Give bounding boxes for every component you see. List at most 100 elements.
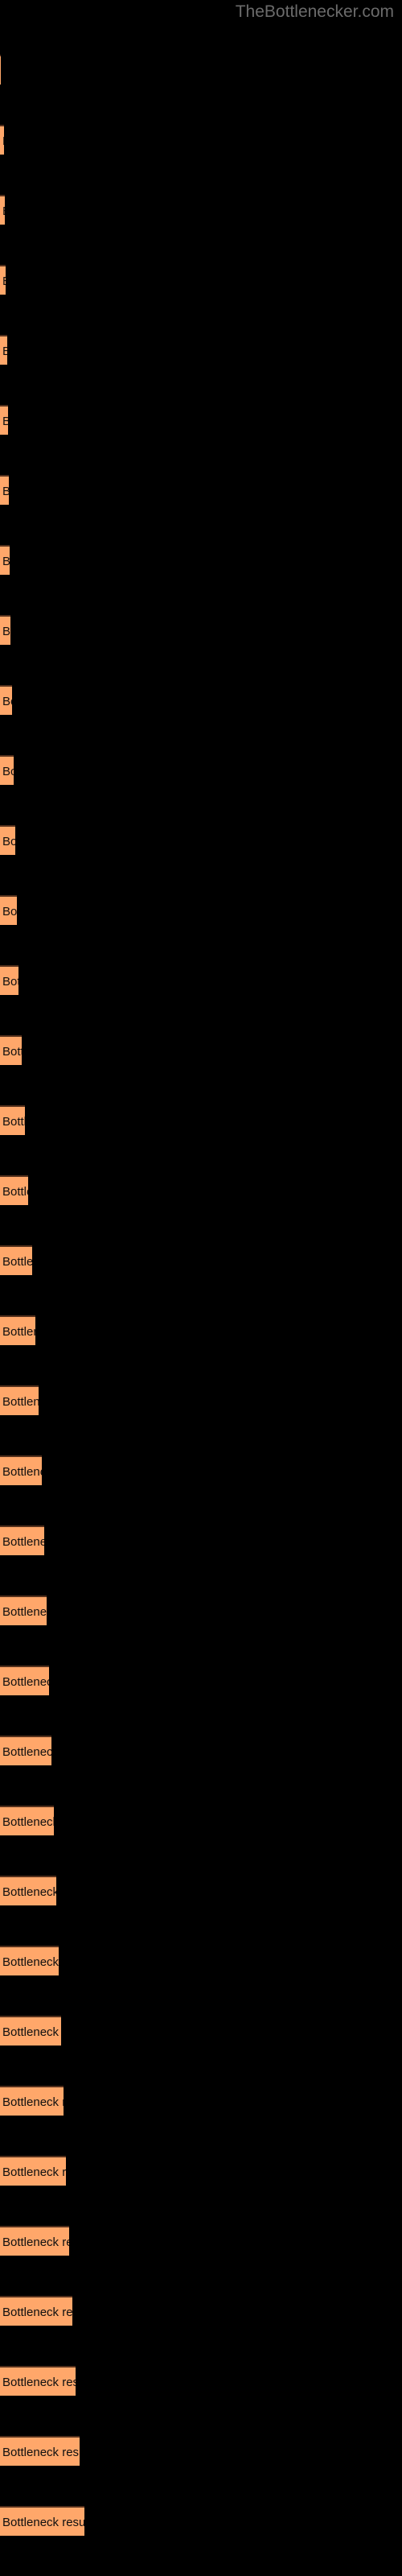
bar-label: Bottleneck result xyxy=(2,2376,76,2389)
bar-label: Bottleneck result xyxy=(2,196,5,225)
bar-label: Bottleneck result xyxy=(2,2306,72,2319)
bar[interactable]: Bottleneck result xyxy=(0,1876,56,1905)
bar[interactable]: Bottleneck result xyxy=(0,2086,64,2116)
bar-row: Bottleneck result xyxy=(0,1666,402,1695)
bar-row: Bottleneck result xyxy=(0,1946,402,1975)
bar[interactable]: Bottleneck result xyxy=(0,1666,49,1695)
bar[interactable]: Bottleneck result xyxy=(0,2226,69,2256)
bar[interactable]: Bottleneck result xyxy=(0,1175,28,1205)
bar-row: Bottleneck result xyxy=(0,125,402,155)
bar-row: Bottleneck result xyxy=(0,2366,402,2396)
bar[interactable]: Bottleneck result xyxy=(0,405,8,435)
bar-row: Bottleneck result xyxy=(0,1596,402,1625)
bar[interactable]: Bottleneck result xyxy=(0,335,7,365)
bar[interactable]: Bottleneck result xyxy=(0,2016,61,2046)
bar[interactable]: Bottleneck result xyxy=(0,1596,47,1625)
bar[interactable]: Bottleneck result xyxy=(0,1525,44,1555)
bar-label: Bottleneck result xyxy=(2,1185,28,1199)
bar[interactable]: Bottleneck result xyxy=(0,2436,80,2466)
bar[interactable]: Bottleneck result xyxy=(0,2366,76,2396)
bar[interactable]: Bottleneck result xyxy=(0,965,18,995)
bar-row: Bottleneck result xyxy=(0,195,402,225)
bar[interactable]: Bottleneck result xyxy=(0,2506,84,2536)
bar-label: Bottleneck result xyxy=(2,975,18,989)
bar-row: Bottleneck result xyxy=(0,1525,402,1555)
bar[interactable]: Bottleneck result xyxy=(0,1385,39,1415)
bar-label: Bottleneck result xyxy=(2,1325,35,1339)
bar-label: Bottleneck result xyxy=(2,126,4,155)
bar-row: Bottleneck result xyxy=(0,335,402,365)
bar-row: Bottleneck result xyxy=(0,2226,402,2256)
bar-label: Bottleneck result xyxy=(2,266,6,295)
bar-row: Bottleneck result xyxy=(0,2086,402,2116)
bar[interactable]: Bottleneck result xyxy=(0,475,9,505)
bar-row: Bottleneck result xyxy=(0,1736,402,1765)
bar[interactable]: Bottleneck result xyxy=(0,1806,54,1835)
bar[interactable]: Bottleneck result xyxy=(0,895,17,925)
bar-label: Bottleneck result xyxy=(2,1675,49,1689)
bar[interactable]: Bottleneck result xyxy=(0,1455,42,1485)
bar[interactable]: Bottleneck result xyxy=(0,2296,72,2326)
bar[interactable]: Bottleneck result xyxy=(0,825,15,855)
bar-label: Bottleneck result xyxy=(2,835,15,848)
bar-label: Bottleneck result xyxy=(2,2446,80,2459)
bar-label: Bottleneck result xyxy=(2,625,10,638)
bar[interactable]: Bottleneck result xyxy=(0,755,14,785)
bar-label: Bottleneck result xyxy=(2,336,7,365)
bar[interactable]: Bottleneck result xyxy=(0,125,4,155)
bar-label: Bottleneck result xyxy=(2,2235,69,2249)
bar-label: Bottleneck result xyxy=(2,2165,66,2179)
bar-row: Bottleneck result xyxy=(0,1175,402,1205)
bar-label: Bottleneck result xyxy=(2,1115,25,1129)
bar-row: Bottleneck result xyxy=(0,1876,402,1905)
bar[interactable]: Bottleneck result xyxy=(0,685,12,715)
bar-label: Bottleneck result xyxy=(2,2516,84,2529)
bar[interactable]: Bottleneck result xyxy=(0,545,10,575)
bar-row: Bottleneck result xyxy=(0,475,402,505)
bar[interactable]: Bottleneck result xyxy=(0,195,5,225)
bar-row: Bottleneck result xyxy=(0,615,402,645)
bar-row: Bottleneck result xyxy=(0,1035,402,1065)
bar-label: Bottleneck result xyxy=(2,2025,61,2039)
bar[interactable]: Bottleneck result xyxy=(0,615,10,645)
bar-label: Bottleneck result xyxy=(2,1605,47,1619)
bar-row: Bottleneck result xyxy=(0,55,402,85)
bar[interactable]: Bottleneck result xyxy=(0,1245,32,1275)
bar-row: Bottleneck result xyxy=(0,405,402,435)
bar-label: Bottleneck result xyxy=(2,765,14,778)
bar[interactable]: Bottleneck result xyxy=(0,1315,35,1345)
bar[interactable]: Bottleneck result xyxy=(0,2156,66,2186)
bar[interactable]: Bottleneck result xyxy=(0,1035,22,1065)
bar-label: Bottleneck result xyxy=(2,547,10,575)
bar-label: Bottleneck result xyxy=(2,1745,51,1759)
bar-label: Bottleneck result xyxy=(2,2095,64,2109)
bar-row: Bottleneck result xyxy=(0,2156,402,2186)
bar-row: Bottleneck result xyxy=(0,1455,402,1485)
bar-row: Bottleneck result xyxy=(0,2436,402,2466)
bar[interactable]: Bottleneck result xyxy=(0,55,1,85)
plot-area: Bottleneck result Bottleneck result Bottle… xyxy=(0,0,402,2576)
bar[interactable]: Bottleneck result xyxy=(0,265,6,295)
bar[interactable]: Bottleneck result xyxy=(0,1946,59,1975)
bar-row: Bottleneck result xyxy=(0,1385,402,1415)
bar-row: Bottleneck result xyxy=(0,1806,402,1835)
bar-label: Bottleneck result xyxy=(2,1885,56,1899)
bar-label: Bottleneck result xyxy=(2,1815,54,1829)
bar-label: Bottleneck result xyxy=(2,1045,22,1059)
bar[interactable]: Bottleneck result xyxy=(0,1736,51,1765)
bar-label: Bottleneck result xyxy=(2,1255,32,1269)
bar-row: Bottleneck result xyxy=(0,2506,402,2536)
bar-row: Bottleneck result xyxy=(0,755,402,785)
bottleneck-bar-chart: TheBottlenecker.com Bottleneck resultBot… xyxy=(0,0,402,2576)
bar-row: Bottleneck result xyxy=(0,1245,402,1275)
bar-row: Bottleneck result xyxy=(0,1315,402,1345)
bar-label: Bottleneck result xyxy=(2,477,9,505)
bar-row: Bottleneck result xyxy=(0,1105,402,1135)
bar-label: Bottleneck result xyxy=(2,695,12,708)
bar-row: Bottleneck result xyxy=(0,545,402,575)
bar-label: Bottleneck result xyxy=(2,407,8,435)
bar-label: Bottleneck result xyxy=(2,1465,42,1479)
bar-row: Bottleneck result xyxy=(0,265,402,295)
bar-label: Bottleneck result xyxy=(2,1535,44,1549)
bar[interactable]: Bottleneck result xyxy=(0,1105,25,1135)
